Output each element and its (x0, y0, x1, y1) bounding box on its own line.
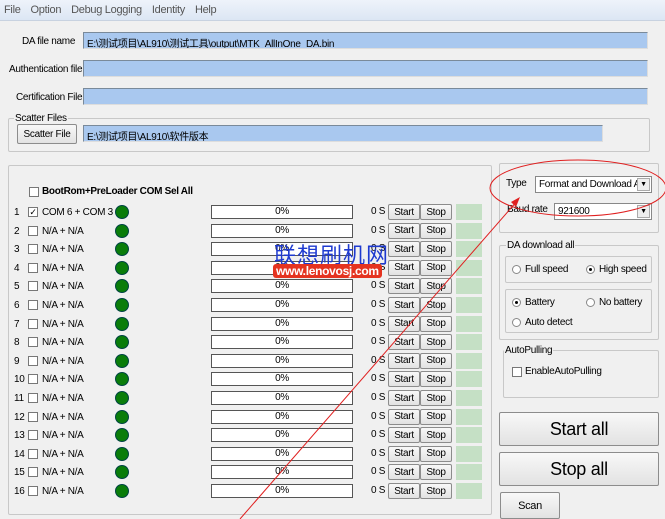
highlight-ellipse (489, 159, 665, 217)
annotation-overlay (239, 159, 665, 519)
arrow-head-icon (511, 197, 520, 207)
annotation-arrow (239, 199, 519, 519)
